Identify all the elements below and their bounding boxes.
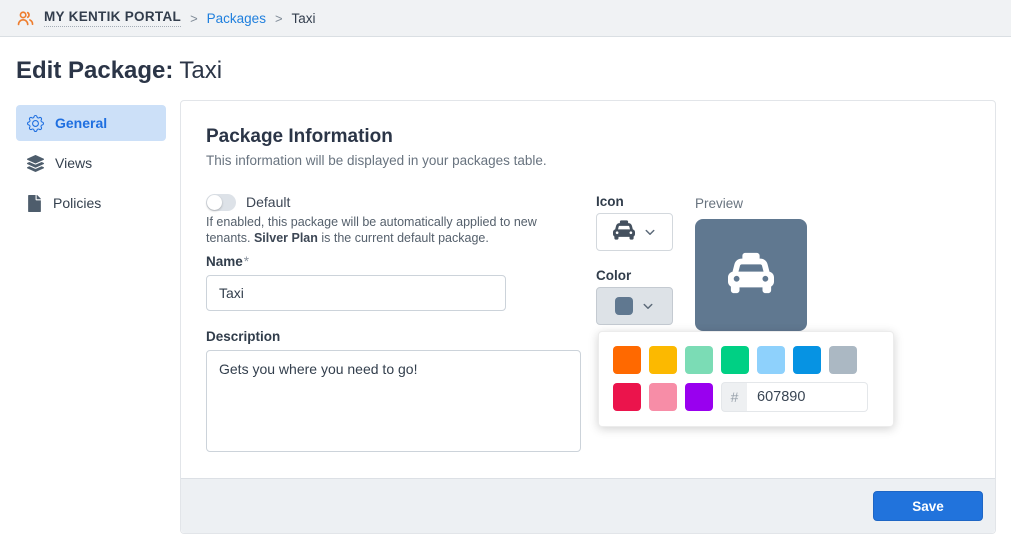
color-swatch[interactable] [757,346,785,374]
hex-prefix: # [721,382,747,412]
taxi-icon [728,250,774,301]
breadcrumb-link-packages[interactable]: Packages [207,11,266,26]
icon-label: Icon [596,194,624,209]
preview-label: Preview [695,196,744,211]
name-label: Name* [206,254,250,269]
description-textarea[interactable]: Gets you where you need to go! [206,350,581,452]
breadcrumb-current-taxi: Taxi [291,10,316,26]
layers-icon [27,154,44,172]
swatch-grid: # [613,346,873,420]
color-swatch[interactable] [613,383,641,411]
sidebar-item-label: General [55,115,108,131]
color-label: Color [596,268,632,283]
current-default-package-name: Silver Plan [253,231,318,245]
sidebar-item-general[interactable]: General [16,105,166,141]
sidebar-item-policies[interactable]: Policies [16,185,166,221]
toggle-knob [207,194,222,210]
icon-dropdown[interactable] [596,213,673,251]
package-form: Default If enabled, this package will be… [206,192,970,453]
color-swatch[interactable] [685,346,713,374]
color-swatch[interactable] [649,346,677,374]
sidebar-item-label: Policies [53,195,102,211]
color-swatch[interactable] [685,383,713,411]
page-title-package-name: Taxi [179,57,223,84]
save-button[interactable]: Save [873,491,983,521]
default-help-text: If enabled, this package will be automat… [206,215,537,245]
card-footer: Save [181,478,995,533]
breadcrumb-separator: > [190,10,198,26]
card-heading: Package Information [206,126,393,147]
default-toggle-label: Default [246,194,291,210]
sidebar-item-label: Views [55,155,93,171]
color-swatch[interactable] [829,346,857,374]
hex-group: # [721,382,868,412]
description-label: Description [206,329,281,344]
breadcrumb-separator: > [274,10,283,26]
page-title-label: Edit Package: [16,57,174,84]
breadcrumb-bar: MY KENTIK PORTAL > Packages > Taxi [0,0,1011,37]
name-input[interactable] [206,275,506,311]
default-toggle-row: Default [206,192,290,212]
file-icon [27,194,42,212]
card-subheading: This information will be displayed in yo… [206,153,547,168]
taxi-icon [613,219,635,246]
color-swatch[interactable] [721,346,749,374]
portal-name[interactable]: MY KENTIK PORTAL [44,9,182,27]
page-title: Edit Package: Taxi [16,57,995,85]
color-dropdown[interactable] [596,287,673,325]
chevron-down-icon [644,226,656,238]
selected-color-swatch [615,297,633,315]
required-asterisk: * [243,254,250,269]
color-swatch[interactable] [613,346,641,374]
gear-icon [27,114,44,132]
hex-input[interactable] [747,382,868,412]
chevron-down-icon [642,300,654,312]
color-picker-popup: # [598,331,894,427]
package-information-card: Package Information This information wil… [180,100,996,534]
sidebar-item-views[interactable]: Views [16,145,166,181]
color-swatch[interactable] [793,346,821,374]
users-icon [16,9,35,28]
default-toggle[interactable] [206,193,236,211]
sidebar: General Views Policies [16,100,166,225]
color-swatch[interactable] [649,383,677,411]
preview-box [695,219,807,331]
